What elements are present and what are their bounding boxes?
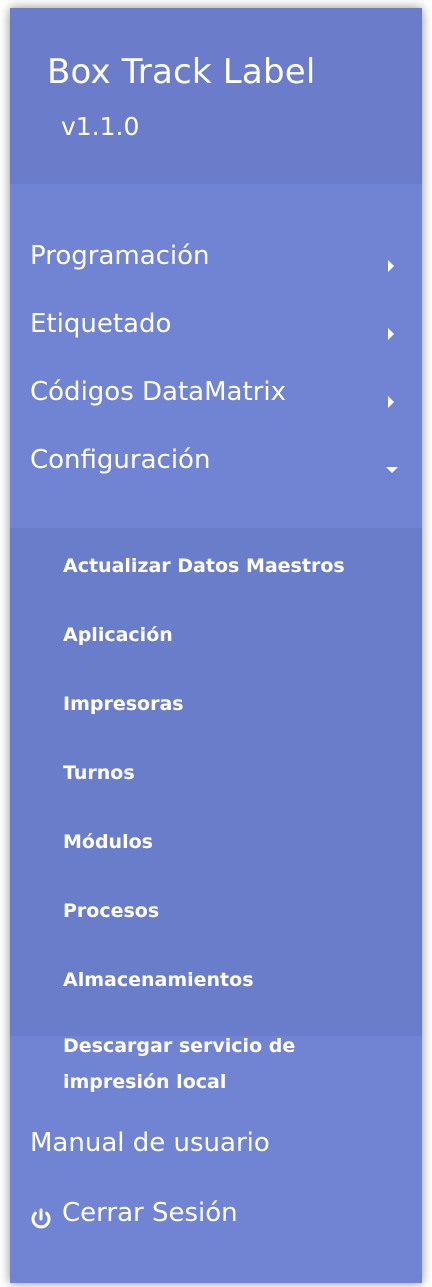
menu-item-label: Programación — [30, 241, 210, 271]
submenu-item-aplicacion[interactable]: Aplicación — [63, 619, 173, 651]
sidebar-container: Box Track Label v1.1.0 Programación Etiq… — [0, 0, 432, 1287]
caret-down-icon — [386, 467, 398, 473]
menu-item-label: Etiquetado — [30, 309, 172, 339]
submenu-item-actualizar-datos-maestros[interactable]: Actualizar Datos Maestros — [63, 550, 345, 582]
configuracion-submenu: Actualizar Datos Maestros Aplicación Imp… — [10, 528, 422, 1093]
cerrar-sesion-link[interactable]: Cerrar Sesión — [62, 1198, 238, 1228]
caret-right-icon — [388, 328, 394, 340]
submenu-item-descargar-servicio-line2[interactable]: impresión local — [63, 1066, 226, 1098]
submenu-item-impresoras[interactable]: Impresoras — [63, 688, 184, 720]
menu-item-label: Configuración — [30, 445, 211, 475]
submenu-item-modulos[interactable]: Módulos — [63, 826, 153, 858]
app-version: v1.1.0 — [61, 112, 140, 141]
menu-item-codigos-datamatrix[interactable]: Códigos DataMatrix — [10, 367, 422, 435]
manual-usuario-link[interactable]: Manual de usuario — [30, 1128, 270, 1158]
app-title: Box Track Label — [47, 52, 316, 92]
submenu-item-almacenamientos[interactable]: Almacenamientos — [63, 964, 254, 996]
sidebar: Box Track Label v1.1.0 Programación Etiq… — [10, 8, 422, 1283]
sidebar-header: Box Track Label v1.1.0 — [10, 8, 422, 184]
submenu-item-turnos[interactable]: Turnos — [63, 757, 135, 789]
power-icon[interactable] — [29, 1207, 53, 1231]
submenu-item-procesos[interactable]: Procesos — [63, 895, 159, 927]
menu-item-label: Códigos DataMatrix — [30, 377, 286, 407]
menu-item-etiquetado[interactable]: Etiquetado — [10, 299, 422, 367]
caret-right-icon — [388, 396, 394, 408]
main-menu: Programación Etiquetado Códigos DataMatr… — [10, 231, 422, 503]
menu-item-configuracion[interactable]: Configuración — [10, 435, 422, 503]
caret-right-icon — [388, 260, 394, 272]
menu-item-programacion[interactable]: Programación — [10, 231, 422, 299]
submenu-item-descargar-servicio-line1[interactable]: Descargar servicio de — [63, 1030, 295, 1062]
